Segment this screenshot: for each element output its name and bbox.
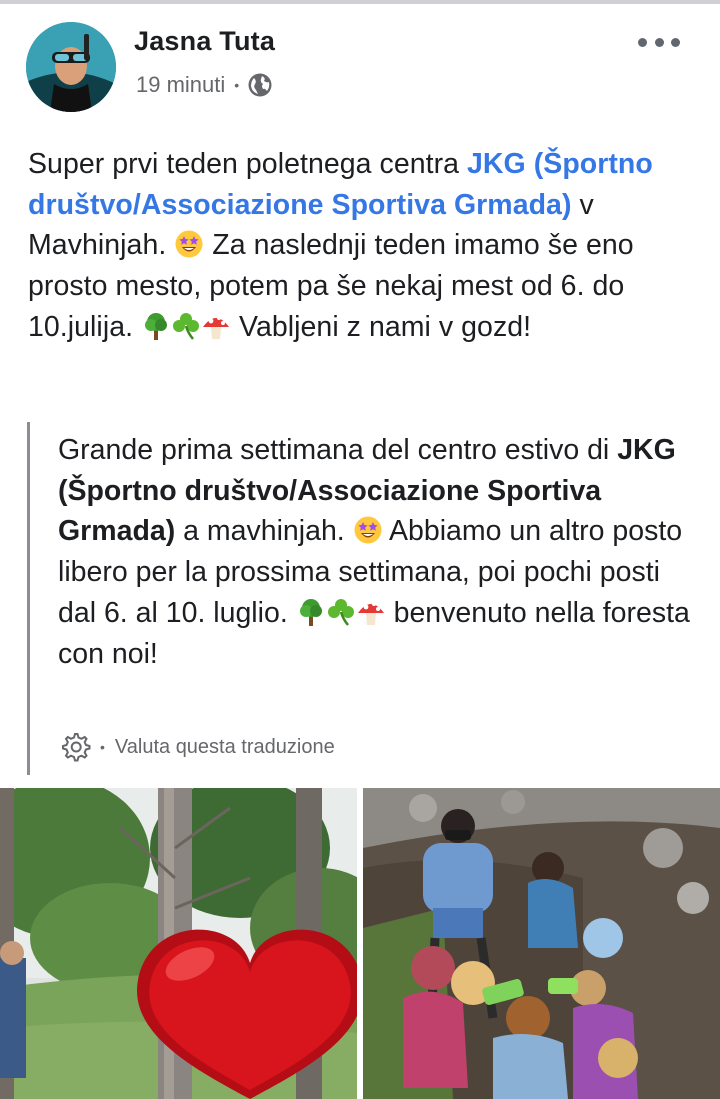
shamrock-emoji-icon	[171, 311, 201, 341]
post-meta: 19 minuti •	[136, 72, 273, 98]
translation-quote-bar	[27, 422, 30, 775]
post-photo-children[interactable]	[363, 788, 720, 1099]
top-divider	[0, 0, 720, 4]
shamrock-emoji-icon	[326, 597, 356, 627]
star-struck-emoji-icon	[353, 515, 383, 545]
mushroom-emoji-icon	[356, 597, 386, 627]
meta-separator: •	[234, 77, 240, 93]
photo-grid	[0, 788, 720, 1099]
more-dot-icon	[638, 37, 647, 47]
more-dot-icon	[654, 37, 664, 47]
more-options-button[interactable]	[638, 30, 680, 54]
rating-separator: •	[100, 739, 105, 755]
post-body: Super prvi teden poletnega centra JKG (Š…	[28, 144, 698, 348]
gear-icon[interactable]	[58, 730, 92, 764]
translation-segment: Grande prima settimana del centro estivo…	[58, 434, 618, 466]
rate-translation-link[interactable]: Valuta questa traduzione	[115, 736, 335, 759]
translation-segment: a mavhinjah.	[175, 515, 353, 548]
post-text-segment: Vabljeni z nami v gozd!	[231, 310, 532, 343]
avatar[interactable]	[26, 22, 116, 112]
post-text-segment: Super prvi teden poletnega centra	[28, 148, 467, 180]
tree-emoji-icon	[141, 311, 171, 341]
post-photo-forest[interactable]	[0, 788, 357, 1099]
translation-rating-row: • Valuta questa traduzione	[58, 732, 335, 762]
mushroom-emoji-icon	[201, 311, 231, 341]
post-timestamp[interactable]: 19 minuti	[136, 72, 225, 98]
tree-emoji-icon	[296, 597, 326, 627]
globe-icon	[247, 72, 273, 98]
author-name[interactable]: Jasna Tuta	[134, 26, 275, 57]
more-dot-icon	[671, 37, 680, 47]
star-struck-emoji-icon	[174, 229, 204, 259]
post-header: Jasna Tuta 19 minuti •	[26, 22, 720, 114]
translation-text: Grande prima settimana del centro estivo…	[58, 430, 698, 674]
